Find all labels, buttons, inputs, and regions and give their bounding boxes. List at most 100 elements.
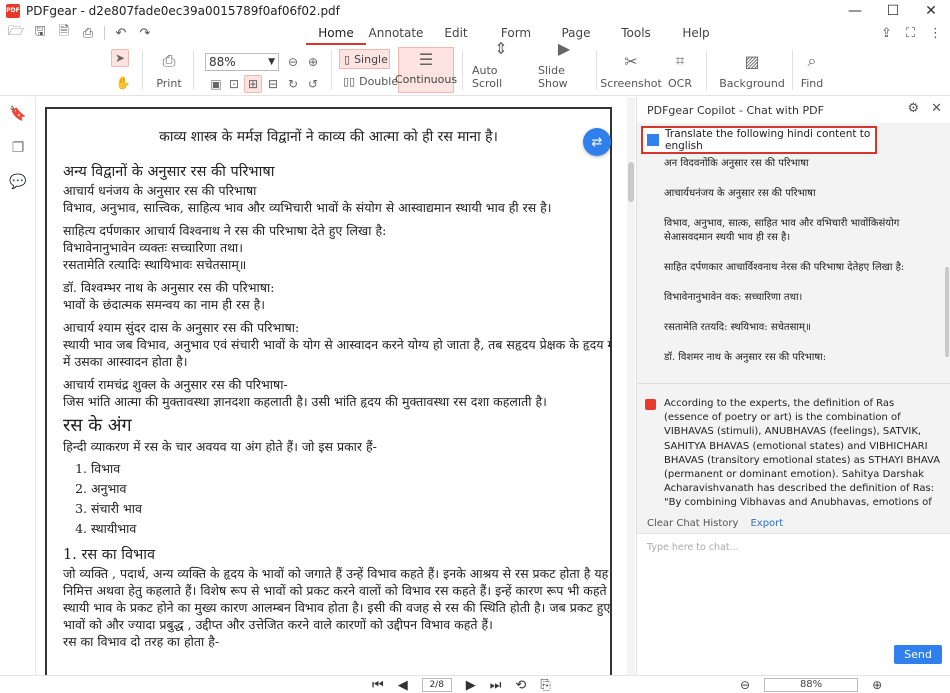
fit-width-icon[interactable]: ⊞ [244, 75, 262, 93]
undo-icon[interactable]: ↶ [113, 26, 129, 41]
zoom-out-icon[interactable]: ⊖ [284, 53, 302, 71]
scissors-icon: ✂ [624, 52, 638, 71]
single-page-button[interactable]: ▯ Single [339, 49, 390, 69]
first-page-icon[interactable]: ⏮ [372, 678, 384, 693]
home-toolbar: ➤ ✋ ⎙ Print 88% ▼ ⊖ ⊕ ▣ ⊡ ⊞ ⊟ ↻ ↺ ▯ Sing… [0, 39, 950, 96]
menu-right-icons: ⇪ ⛶ ⋮ [881, 22, 942, 44]
rotate-counterclockwise-icon[interactable]: ↺ [304, 75, 322, 93]
minimize-button[interactable]: — [836, 0, 874, 22]
maximize-button[interactable]: ☐ [874, 0, 912, 22]
ocr-button[interactable]: ⌗ OCR [664, 51, 696, 90]
menu-form[interactable]: Form [486, 26, 546, 40]
doc-line: भावों को और ज्यादा प्रबुद्ध , उद्दीप्त औ… [63, 617, 493, 632]
pasted-line: आचार्यधनंजय के अनुसार रस की परिभाषा [664, 188, 816, 199]
ocr-label: OCR [668, 77, 692, 90]
doc-line: जो व्यक्ति , पदार्थ, अन्य व्यक्ति के हृद… [63, 566, 612, 581]
translate-icon[interactable]: ⇄ [583, 128, 611, 156]
print-button[interactable]: ⎙ Print [152, 51, 186, 90]
close-button[interactable]: ✕ [912, 0, 950, 22]
save-icon[interactable]: 🖫 [32, 22, 48, 44]
zoom-in-icon[interactable]: ⊕ [304, 53, 322, 71]
doc-line: काव्य शास्त्र के मर्मज्ञ विद्वानों ने का… [159, 129, 498, 145]
page-navigation: ⏮ ◀ 2/8 ▶ ⏭ ⟲ ⎘ [372, 676, 551, 693]
fullscreen-icon[interactable]: ⛶ [906, 26, 915, 41]
window-title: PDFgear - d2e807fade0ec39a0015789f0af06f… [26, 4, 340, 18]
document-view[interactable]: काव्य शास्त्र के मर्मज्ञ विद्वानों ने का… [37, 97, 635, 677]
send-button[interactable]: Send [894, 645, 942, 664]
doc-line: स्थायी भाव जब विभाव, अनुभाव एवं संचारी भ… [63, 337, 612, 352]
print-quick-icon[interactable]: ⎙ [80, 26, 96, 41]
continuous-button[interactable]: ☰ Continuous [394, 47, 458, 93]
share-icon[interactable]: ⇪ [881, 26, 892, 41]
document-scrollbar[interactable] [627, 97, 635, 675]
zoom-select[interactable]: 88% ▼ [205, 53, 279, 71]
list-item: संचारी भाव [91, 499, 594, 519]
page-indicator[interactable]: 2/8 [421, 678, 452, 692]
page-export-icon[interactable]: ⎘ [540, 678, 550, 693]
menu-edit[interactable]: Edit [426, 26, 486, 40]
zoom-in-status-icon[interactable]: ⊕ [872, 678, 882, 692]
save-as-icon[interactable]: 🗎 [56, 22, 72, 44]
scrollbar-thumb[interactable] [628, 162, 634, 202]
find-label: Find [800, 77, 824, 90]
open-folder-icon[interactable]: 🗁 [8, 22, 24, 44]
menu-home[interactable]: Home [306, 26, 366, 45]
rotate-clockwise-icon[interactable]: ↻ [284, 75, 302, 93]
slide-show-button[interactable]: ▶ Slide Show [538, 39, 590, 90]
hand-tool-icon[interactable]: ✋ [114, 74, 132, 92]
doc-line: हिन्दी व्याकरण में रस के चार अवयव या अंग… [63, 439, 377, 454]
previous-page-icon[interactable]: ◀ [398, 678, 408, 693]
doc-line: विभाव, अनुभाव, सात्त्विक, साहित्य भाव और… [63, 200, 552, 215]
find-button[interactable]: ⌕ Find [800, 51, 824, 90]
zoom-out-status-icon[interactable]: ⊖ [740, 678, 750, 692]
copilot-settings-icon[interactable]: ⚙ [907, 101, 919, 116]
user-pasted-content: अन विदवनोंकि अनुसार रस की परिभाषा आचार्य… [664, 157, 914, 365]
zoom-status-value[interactable]: 88% [764, 678, 859, 692]
chat-scrollbar[interactable] [945, 267, 949, 357]
toolbar-separator [462, 50, 463, 90]
select-tool-icon[interactable]: ➤ [111, 49, 129, 67]
redo-icon[interactable]: ↷ [137, 26, 153, 41]
double-page-button[interactable]: ▯▯ Double [343, 75, 398, 88]
clear-chat-history-link[interactable]: Clear Chat History [647, 518, 738, 529]
doc-line: आचार्य रामचंद्र शुक्ल के अनुसार रस की पर… [63, 377, 288, 392]
close-icon[interactable]: ✕ [931, 101, 942, 116]
chat-input-placeholder: Type here to chat... [647, 542, 739, 553]
screenshot-button[interactable]: ✂ Screenshot [600, 52, 662, 90]
menu-annotate[interactable]: Annotate [366, 26, 426, 40]
background-label: Background [719, 77, 785, 90]
auto-scroll-button[interactable]: ⇕ Auto Scroll [472, 39, 530, 90]
doc-line: डॉ. विश्वम्भर नाथ के अनुसार रस की परिभाष… [63, 280, 275, 295]
ai-response: According to the experts, the definition… [645, 397, 945, 509]
quick-separator [104, 26, 105, 40]
next-page-icon[interactable]: ▶ [466, 678, 476, 693]
bookmark-icon[interactable]: 🔖 [0, 97, 36, 131]
pdf-page: काव्य शास्त्र के मर्मज्ञ विद्वानों ने का… [45, 107, 612, 677]
export-link[interactable]: Export [750, 518, 783, 529]
toolbar-separator [142, 50, 143, 90]
doc-line: स्थायी भाव के प्रकट होने का मुख्य कारण आ… [63, 600, 612, 615]
continuous-label: Continuous [394, 73, 458, 86]
actual-size-icon[interactable]: ▣ [207, 75, 225, 93]
list-item: अनुभाव [91, 479, 594, 499]
search-icon: ⌕ [807, 51, 817, 70]
background-button[interactable]: ▨ Background [718, 52, 786, 90]
menu-row: 🗁 🖫 🗎 ⎙ ↶ ↷ Home Annotate Edit Form Page… [0, 22, 950, 45]
toolbar-separator [193, 50, 194, 90]
ocr-scan-icon: ⌗ [675, 51, 685, 70]
menu-page[interactable]: Page [546, 26, 606, 40]
fit-page-icon[interactable]: ⊡ [225, 75, 243, 93]
menu-tools[interactable]: Tools [606, 26, 666, 40]
zoom-controls: ⊖ 88% ⊕ [740, 676, 882, 693]
fit-visible-icon[interactable]: ⊟ [264, 75, 282, 93]
pasted-line: विभावेनानुभावेन वक: सच्चारिणा तथा। [664, 292, 803, 303]
last-page-icon[interactable]: ⏭ [490, 678, 502, 693]
more-icon[interactable]: ⋮ [929, 26, 942, 41]
pasted-line: विभाव, अनुभाव, सात्क, साहित भाव और वभिचा… [664, 218, 900, 229]
doc-line: जिस भांति आत्मा की मुक्तावस्था ज्ञानदशा … [63, 394, 547, 409]
comments-icon[interactable]: 💬 [0, 165, 36, 199]
rotate-page-icon[interactable]: ⟲ [515, 678, 526, 693]
menu-help[interactable]: Help [666, 26, 726, 40]
thumbnails-icon[interactable]: ❐ [0, 131, 36, 165]
zoom-select-value: 88% [209, 55, 236, 69]
